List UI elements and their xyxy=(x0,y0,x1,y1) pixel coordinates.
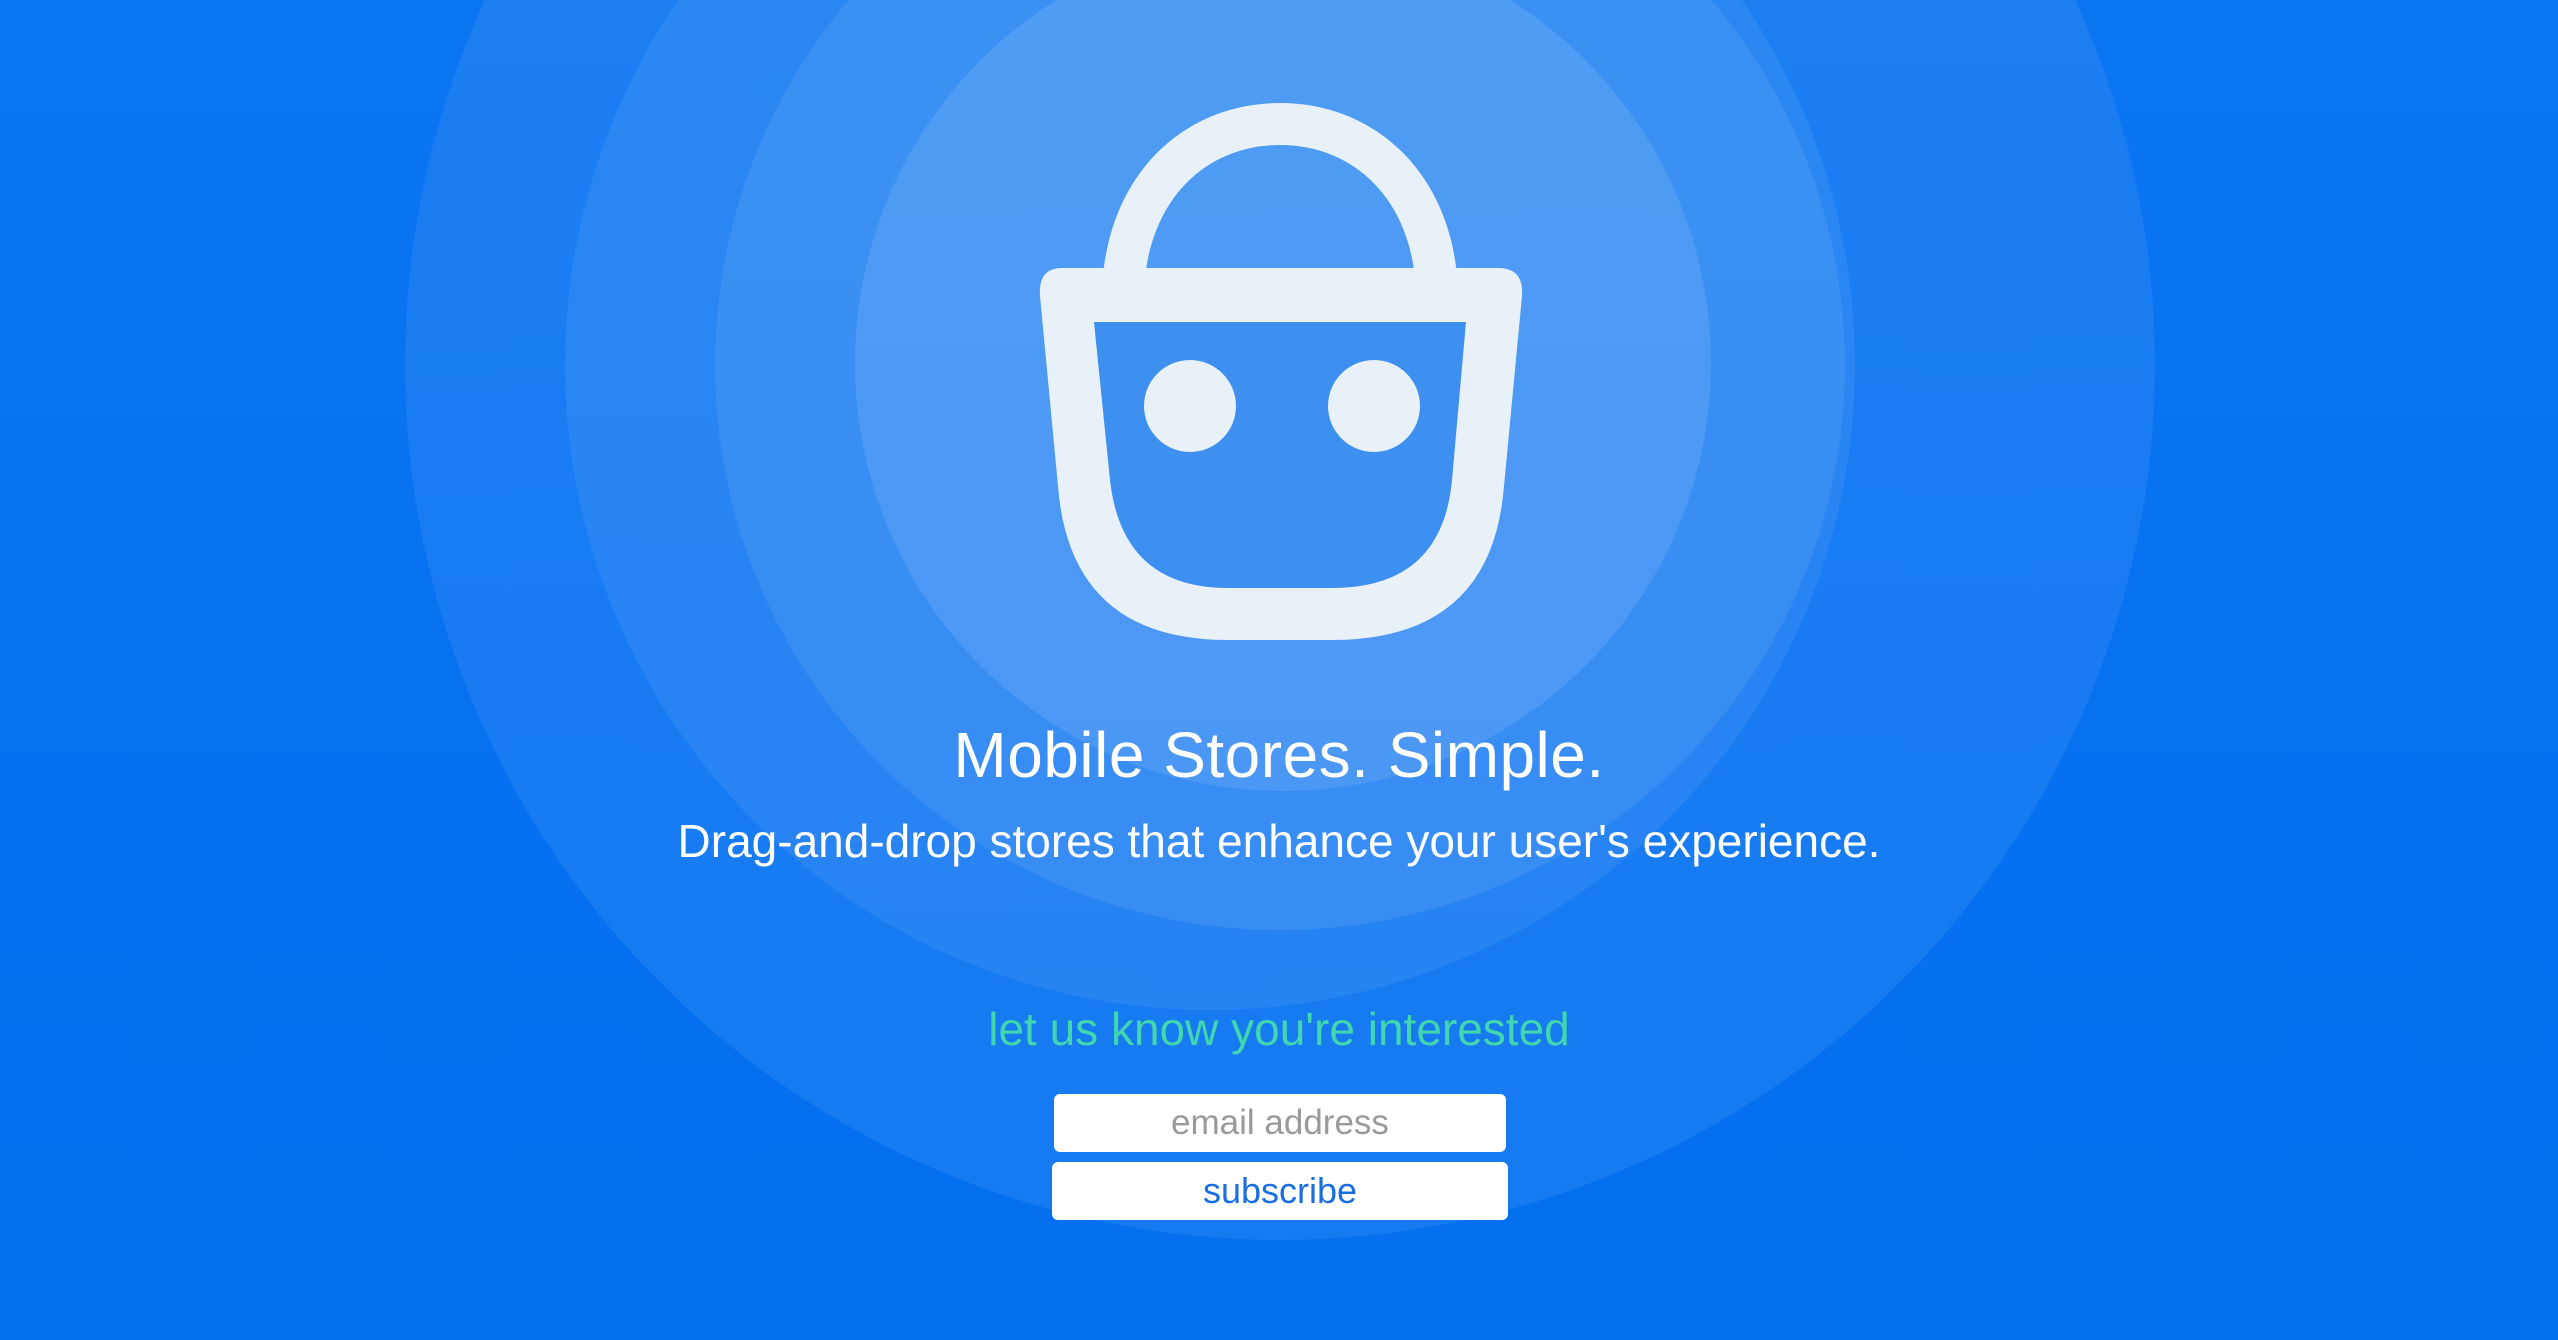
subscribe-button[interactable]: subscribe xyxy=(1052,1162,1508,1220)
page-subtitle: Drag-and-drop stores that enhance your u… xyxy=(677,815,1881,867)
email-input[interactable] xyxy=(1054,1094,1506,1152)
page-title: Mobile Stores. Simple. xyxy=(953,719,1605,791)
shopping-basket-face-icon xyxy=(1030,100,1530,660)
signup-prompt: let us know you're interested xyxy=(988,1003,1570,1055)
